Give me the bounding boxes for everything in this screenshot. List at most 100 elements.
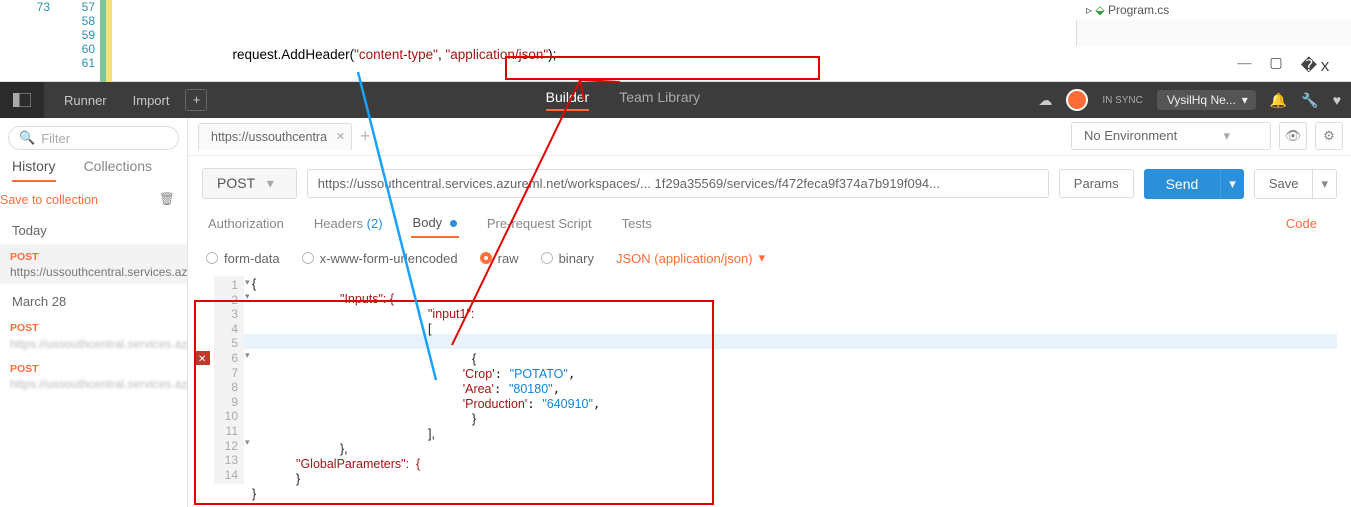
gutter-num: 73: [20, 0, 50, 14]
code-token: ,: [438, 47, 446, 62]
linenum: 4: [214, 322, 238, 337]
search-icon: 🔍: [19, 130, 35, 146]
save-caret[interactable]: ▾: [1313, 169, 1337, 199]
http-verb: POST: [10, 322, 39, 334]
fold-icon[interactable]: ▾: [245, 350, 250, 361]
postman-header: Runner Import + Builder Team Library ☁ I…: [0, 82, 1351, 118]
radio-label: raw: [498, 251, 519, 266]
environment-dropdown[interactable]: No Environment ▾: [1071, 122, 1271, 150]
request-tab-label: https://ussouthcentra: [211, 130, 327, 144]
workspace-label: VysilHq Ne...: [1167, 93, 1236, 107]
cloud-sync-icon[interactable]: ☁: [1038, 92, 1052, 109]
method-label: POST: [217, 175, 255, 191]
wrench-icon[interactable]: 🔧: [1301, 92, 1318, 109]
save-button[interactable]: Save: [1254, 169, 1314, 199]
solution-file-label: Program.cs: [1108, 3, 1169, 17]
close-button[interactable]: �ｘ: [1301, 52, 1333, 76]
error-marker-icon[interactable]: [196, 351, 210, 365]
send-button[interactable]: Send: [1144, 169, 1221, 199]
main-pane: https://ussouthcentra ✕ + No Environment…: [188, 118, 1351, 507]
radio-binary[interactable]: binary: [541, 251, 594, 266]
postman-body: 🔍 Filter History Collections Save to col…: [0, 118, 1351, 507]
linenum: 10: [214, 409, 238, 424]
params-button[interactable]: Params: [1059, 169, 1134, 198]
sync-status: IN SYNC: [1102, 95, 1143, 106]
add-tab-button[interactable]: +: [360, 126, 371, 147]
new-tab-button[interactable]: +: [185, 89, 207, 111]
code-token: "application/json": [446, 47, 549, 62]
chevron-down-icon: ▾: [1242, 93, 1248, 107]
linenum: 9: [214, 395, 238, 410]
tab-authorization[interactable]: Authorization: [206, 210, 286, 237]
send-caret[interactable]: ▾: [1220, 169, 1244, 199]
save-to-collection-link[interactable]: Save to collection: [0, 193, 98, 207]
http-method-dropdown[interactable]: POST ▾: [202, 168, 297, 199]
editor-code[interactable]: { "Inputs": { "input1": [ { 'Cr: [252, 276, 600, 501]
workspace-dropdown[interactable]: VysilHq Ne... ▾: [1157, 90, 1256, 110]
tab-history[interactable]: History: [12, 158, 56, 182]
history-item[interactable]: POST https://ussouthcentral.services.azu…: [0, 315, 187, 355]
request-subtabs: Authorization Headers (2) Body Pre-reque…: [188, 209, 1351, 246]
sidebar-toggle-button[interactable]: [0, 82, 44, 118]
http-verb: POST: [10, 251, 39, 263]
vs-gutter-column-1: 73: [20, 0, 50, 14]
editor-gutter: 1 2 3 4 5 6 7 8 9 10 11 12 13 14: [214, 276, 244, 484]
header-right: ☁ IN SYNC VysilHq Ne... ▾ 🔔 🔧 ♥: [1038, 89, 1341, 111]
close-icon[interactable]: ✕: [336, 130, 345, 143]
linenum: 7: [214, 366, 238, 381]
radio-form-data[interactable]: form-data: [206, 251, 280, 266]
radio-icon: [541, 252, 553, 264]
filter-placeholder: Filter: [41, 131, 70, 146]
radio-icon: [480, 252, 492, 264]
avatar[interactable]: [1066, 89, 1088, 111]
radio-icon: [302, 252, 314, 264]
content-type-dropdown[interactable]: JSON (application/json) ▾: [616, 250, 765, 266]
tab-tests[interactable]: Tests: [620, 210, 654, 237]
import-button[interactable]: Import: [123, 89, 180, 112]
code-token: request.AddHeader(: [233, 47, 355, 62]
fold-icon[interactable]: ▾: [245, 291, 250, 302]
body-dot-icon: [450, 220, 457, 227]
code-link[interactable]: Code: [1286, 216, 1333, 231]
radio-label: x-www-form-urlencoded: [320, 251, 458, 266]
body-editor[interactable]: 1 2 3 4 5 6 7 8 9 10 11 12 13 14 ▾ ▾ ▾ ▾…: [196, 276, 1337, 486]
linenum: 12: [214, 439, 238, 454]
bell-icon[interactable]: 🔔: [1270, 92, 1287, 109]
linenum: 2: [214, 293, 238, 308]
vs-line-gutter: 73 57 58 59 60 61: [0, 0, 120, 82]
visual-studio-code-strip: 73 57 58 59 60 61 request.AddHeader("con…: [0, 0, 1351, 82]
minimize-button[interactable]: —: [1237, 56, 1251, 72]
chevron-down-icon: ▾: [267, 175, 274, 191]
tab-body[interactable]: Body: [411, 209, 459, 238]
eye-icon[interactable]: 👁: [1279, 122, 1307, 150]
environment-row: No Environment ▾ 👁 ⚙: [1071, 122, 1343, 150]
runner-button[interactable]: Runner: [54, 89, 117, 112]
history-item[interactable]: POST https://ussouthcentral.services.azu…: [0, 356, 187, 396]
tab-prerequest[interactable]: Pre-request Script: [485, 210, 594, 237]
request-tab[interactable]: https://ussouthcentra ✕: [198, 123, 352, 150]
radio-label: form-data: [224, 251, 280, 266]
fold-icon[interactable]: ▾: [245, 437, 250, 448]
request-url-row: POST ▾ https://ussouthcentral.services.a…: [188, 156, 1351, 209]
linenum: 3: [214, 307, 238, 322]
gutter-num: 61: [65, 56, 95, 70]
panel-icon: [13, 93, 31, 107]
tab-headers[interactable]: Headers (2): [312, 210, 385, 237]
radio-raw[interactable]: raw: [480, 251, 519, 266]
maximize-button[interactable]: ▢: [1269, 55, 1282, 72]
tab-team-library[interactable]: Team Library: [619, 89, 700, 111]
radio-icon: [206, 252, 218, 264]
radio-label: binary: [559, 251, 594, 266]
tab-builder[interactable]: Builder: [546, 89, 590, 111]
solution-explorer-item[interactable]: ▹ ⬙ Program.cs: [1076, 0, 1351, 20]
http-verb: POST: [10, 363, 39, 375]
gear-icon[interactable]: ⚙: [1315, 122, 1343, 150]
linenum: 11: [214, 424, 238, 439]
heart-icon[interactable]: ♥: [1333, 92, 1341, 108]
fold-icon[interactable]: ▾: [245, 277, 250, 288]
body-type-row: form-data x-www-form-urlencoded raw bina…: [188, 246, 1351, 276]
content-type-label: JSON (application/json): [616, 251, 753, 266]
window-controls: — ▢ �ｘ: [1076, 46, 1351, 81]
url-input[interactable]: https://ussouthcentral.services.azureml.…: [307, 169, 1049, 198]
radio-urlencoded[interactable]: x-www-form-urlencoded: [302, 251, 458, 266]
